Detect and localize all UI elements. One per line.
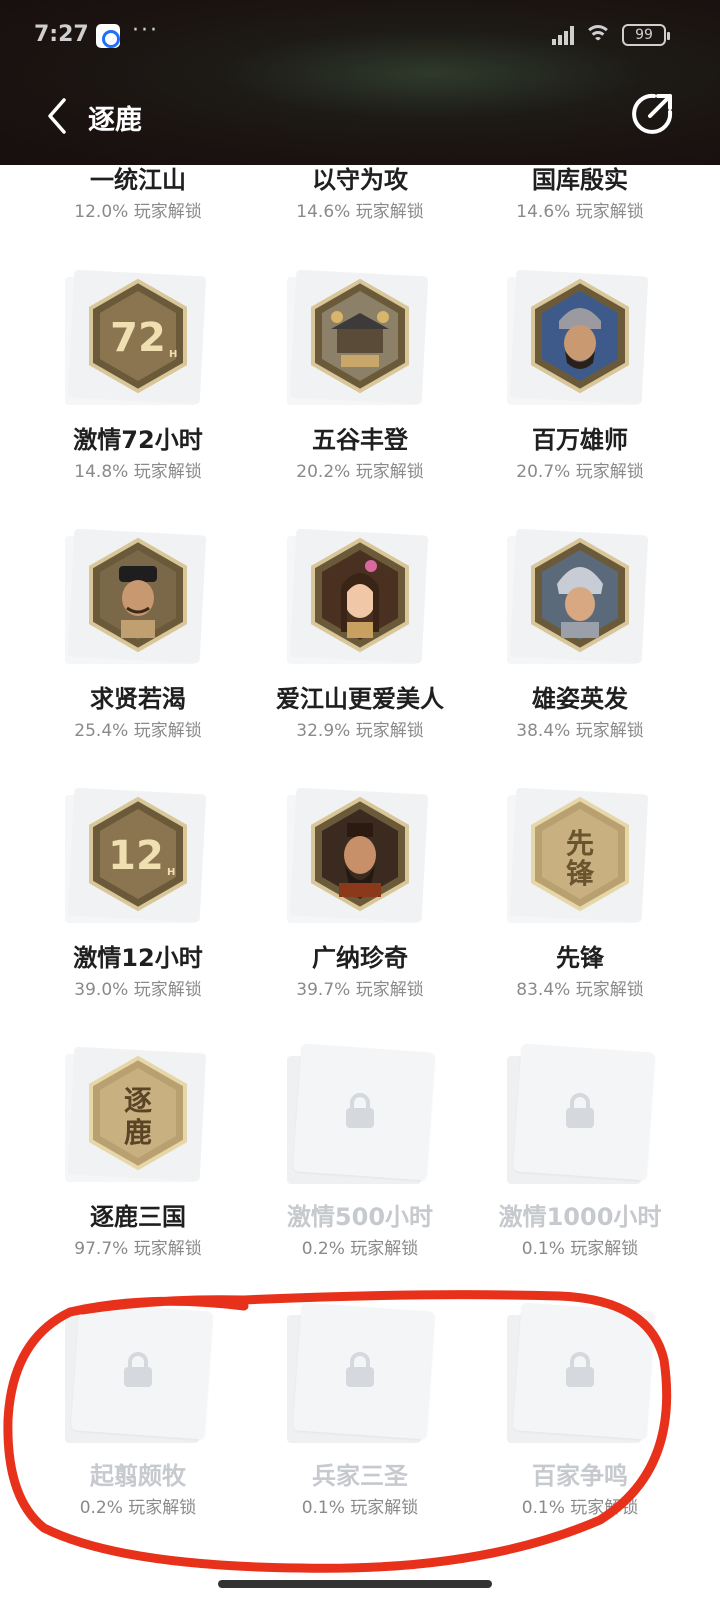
locked-badge: [505, 1301, 656, 1443]
achievement-item[interactable]: 国库殷实 14.6% 玩家解锁: [470, 165, 690, 225]
achievement-item[interactable]: 72 H 激情72小时 14.8% 玩家解锁: [28, 265, 248, 485]
svg-text:锋: 锋: [566, 857, 595, 890]
achievement-item[interactable]: 先 锋 先锋 83.4% 玩家解锁: [470, 783, 690, 1003]
svg-text:72: 72: [110, 315, 166, 361]
top-bar: 7:27 ··· 99 逐鹿: [0, 0, 720, 165]
achievement-name: 广纳珍奇: [312, 944, 408, 972]
achievement-percent: 20.2% 玩家解锁: [296, 462, 424, 482]
achievement-percent: 14.6% 玩家解锁: [516, 202, 644, 222]
achievement-item[interactable]: 一统江山 12.0% 玩家解锁: [28, 165, 248, 225]
lock-icon: [124, 1352, 152, 1387]
achievement-name: 五谷丰登: [312, 426, 408, 454]
achievement-percent: 83.4% 玩家解锁: [516, 980, 644, 1000]
share-icon[interactable]: [628, 90, 676, 138]
achievement-item-locked[interactable]: 百家争鸣 0.1% 玩家解锁: [470, 1301, 690, 1521]
badge-zhulu-icon: 逐 鹿: [63, 1042, 213, 1182]
achievement-name: 百家争鸣: [532, 1462, 628, 1490]
achievement-percent: 0.2% 玩家解锁: [79, 1498, 197, 1518]
svg-text:H: H: [169, 349, 177, 360]
locked-badge: [63, 1301, 214, 1443]
achievement-item[interactable]: 以守为攻 14.6% 玩家解锁: [250, 165, 470, 225]
achievement-item-locked[interactable]: 激情500小时 0.2% 玩家解锁: [250, 1042, 470, 1262]
status-time: 7:27: [34, 22, 89, 47]
achievement-percent: 14.6% 玩家解锁: [296, 202, 424, 222]
achievement-name: 激情12小时: [73, 944, 203, 972]
svg-text:先: 先: [566, 827, 594, 860]
app-notification-icon: [96, 24, 120, 48]
achievement-percent: 38.4% 玩家解锁: [516, 721, 644, 741]
achievement-percent: 0.1% 玩家解锁: [521, 1239, 639, 1259]
achievement-name: 一统江山: [90, 166, 186, 194]
locked-badge: [285, 1042, 436, 1184]
signal-icon: [552, 25, 574, 45]
achievement-name: 激情500小时: [286, 1203, 434, 1231]
lock-icon: [346, 1352, 374, 1387]
achievement-name: 激情1000小时: [498, 1203, 662, 1231]
badge-building-icon: [285, 265, 435, 405]
achievement-percent: 25.4% 玩家解锁: [74, 721, 202, 741]
locked-badge: [505, 1042, 656, 1184]
more-notifications-icon: ···: [132, 18, 159, 43]
achievement-item[interactable]: 求贤若渴 25.4% 玩家解锁: [28, 524, 248, 744]
achievement-item[interactable]: 广纳珍奇 39.7% 玩家解锁: [250, 783, 470, 1003]
achievement-name: 雄姿英发: [532, 685, 628, 713]
achievement-percent: 0.1% 玩家解锁: [521, 1498, 639, 1518]
lock-icon: [566, 1093, 594, 1128]
achievement-item-locked[interactable]: 兵家三圣 0.1% 玩家解锁: [250, 1301, 470, 1521]
locked-badge: [285, 1301, 436, 1443]
badge-warrior-icon: [505, 524, 655, 664]
lock-icon: [346, 1093, 374, 1128]
achievement-item[interactable]: 12 H 激情12小时 39.0% 玩家解锁: [28, 783, 248, 1003]
achievement-name: 求贤若渴: [90, 685, 186, 713]
badge-lord-icon: [285, 783, 435, 923]
achievement-percent: 39.0% 玩家解锁: [74, 980, 202, 1000]
achievement-name: 百万雄师: [532, 426, 628, 454]
achievement-name: 以守为攻: [312, 166, 408, 194]
home-indicator[interactable]: [218, 1580, 492, 1588]
page-title: 逐鹿: [88, 105, 142, 136]
achievement-percent: 20.7% 玩家解锁: [516, 462, 644, 482]
achievement-item[interactable]: 五谷丰登 20.2% 玩家解锁: [250, 265, 470, 485]
achievement-name: 兵家三圣: [312, 1462, 408, 1490]
badge-12h-icon: 12 H: [63, 783, 213, 923]
battery-icon: 99: [622, 24, 670, 46]
svg-text:逐: 逐: [124, 1084, 152, 1117]
svg-text:H: H: [167, 867, 175, 878]
achievement-item[interactable]: 逐 鹿 逐鹿三国 97.7% 玩家解锁: [28, 1042, 248, 1262]
achievement-percent: 12.0% 玩家解锁: [74, 202, 202, 222]
back-arrow-icon[interactable]: [40, 96, 76, 136]
badge-lady-icon: [285, 524, 435, 664]
achievement-name: 国库殷实: [532, 166, 628, 194]
achievement-name: 爱江山更爱美人: [276, 685, 444, 713]
achievement-item-locked[interactable]: 激情1000小时 0.1% 玩家解锁: [470, 1042, 690, 1262]
achievement-item[interactable]: 雄姿英发 38.4% 玩家解锁: [470, 524, 690, 744]
achievement-name: 起翦颇牧: [90, 1462, 186, 1490]
svg-text:鹿: 鹿: [124, 1116, 152, 1149]
lock-icon: [566, 1352, 594, 1387]
achievement-grid: 一统江山 12.0% 玩家解锁 以守为攻 14.6% 玩家解锁 国库殷实 14.…: [0, 165, 720, 1600]
achievement-percent: 14.8% 玩家解锁: [74, 462, 202, 482]
nav-bar: 逐鹿: [0, 88, 720, 144]
achievement-name: 先锋: [556, 944, 604, 972]
achievement-percent: 32.9% 玩家解锁: [296, 721, 424, 741]
achievement-item[interactable]: 百万雄师 20.7% 玩家解锁: [470, 265, 690, 485]
badge-72h-icon: 72 H: [63, 265, 213, 405]
achievement-item[interactable]: 爱江山更爱美人 32.9% 玩家解锁: [250, 524, 470, 744]
status-bar: 7:27 ··· 99: [0, 18, 720, 52]
achievement-item-locked[interactable]: 起翦颇牧 0.2% 玩家解锁: [28, 1301, 248, 1521]
achievement-percent: 97.7% 玩家解锁: [74, 1239, 202, 1259]
achievement-percent: 0.2% 玩家解锁: [301, 1239, 419, 1259]
achievement-name: 逐鹿三国: [90, 1203, 186, 1231]
achievement-name: 激情72小时: [73, 426, 203, 454]
badge-vanguard-icon: 先 锋: [505, 783, 655, 923]
badge-general-icon: [505, 265, 655, 405]
achievement-percent: 39.7% 玩家解锁: [296, 980, 424, 1000]
badge-scholar-icon: [63, 524, 213, 664]
wifi-icon: [584, 25, 612, 45]
svg-text:12: 12: [108, 833, 164, 879]
achievement-percent: 0.1% 玩家解锁: [301, 1498, 419, 1518]
